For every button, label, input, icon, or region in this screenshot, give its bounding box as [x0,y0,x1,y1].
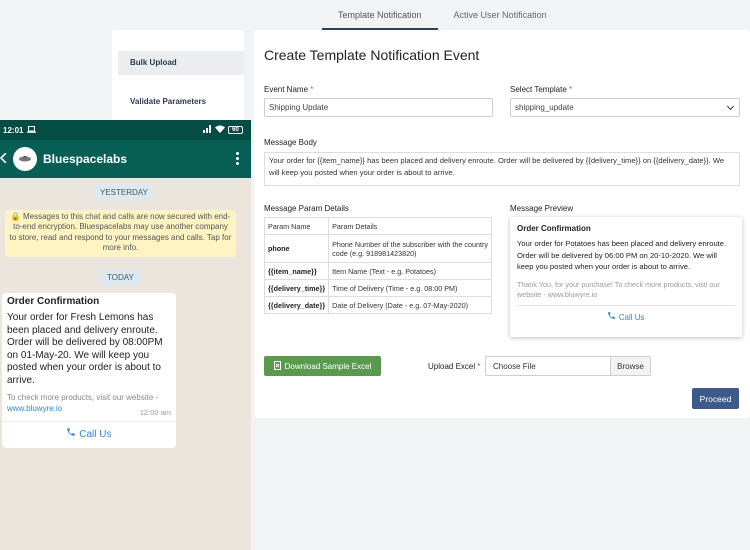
message-time: 12:00 am [139,408,171,417]
message-body: Your order for Fresh Lemons has been pla… [7,312,163,386]
preview-call-button[interactable]: Call Us [517,304,735,322]
download-sample-excel-button[interactable]: Download Sample Excel [264,356,381,376]
message-bubble: Order Confirmation Your order for Fresh … [2,293,176,448]
chevron-down-icon [726,102,735,110]
event-name-label: Event Name * [264,85,313,94]
preview-call-label: Call Us [618,312,645,322]
param-name: {{delivery_time}} [263,279,330,297]
menu-kebab-icon[interactable] [236,152,239,167]
upload-excel-file-input[interactable]: Choose File Browse [485,356,651,376]
status-left: 12:01 [3,125,37,135]
date-chip-yesterday: YESTERDAY [94,185,154,200]
table-row: {{delivery_date}} Date of Delivery (Date… [263,296,492,314]
notification-tabs: Template Notification Active User Notifi… [322,0,563,30]
message-title: Order Confirmation [7,296,100,307]
lock-icon: 🔒 [10,212,21,221]
param-name: phone [263,234,330,263]
sidebar-item-bulk-upload[interactable]: Bulk Upload [118,51,244,75]
table-row: phone Phone Number of the subscriber wit… [263,234,492,263]
phone-call-icon [607,311,618,322]
phone-status-bar: 12:01 60 [0,120,251,140]
table-row: {{delivery_time}} Time of Delivery (Time… [263,279,492,297]
param-details-table: Param Name Param Details phone Phone Num… [263,217,492,314]
avatar[interactable] [13,147,37,171]
date-chip-today: TODAY [101,270,140,285]
sidebar-item-validate-parameters[interactable]: Validate Parameters [118,90,244,114]
param-name: {{delivery_date}} [263,296,330,314]
required-mark: * [310,85,314,94]
chat-header: Bluespacelabs [0,140,251,178]
template-select-value: shipping_update [515,103,574,112]
upload-excel-label: Upload Excel * [428,362,481,371]
message-call-label: Call Us [79,429,112,440]
message-preview-label: Message Preview [510,204,574,213]
event-name-label-text: Event Name [264,85,309,94]
param-details-label: Message Param Details [264,204,349,213]
param-detail: Date of Delivery (Date - e.g. 07-May-202… [328,296,492,314]
proceed-button[interactable]: Proceed [692,388,739,409]
message-call-button[interactable]: Call Us [2,421,176,440]
signal-icon [203,125,212,135]
page-title: Create Template Notification Event [264,47,480,63]
upload-excel-label-text: Upload Excel [428,362,476,371]
back-arrow-icon[interactable] [0,150,8,168]
template-select[interactable]: shipping_update [510,98,740,117]
tab-template-notification[interactable]: Template Notification [322,0,438,30]
phone-call-icon [66,428,79,440]
battery-level: 60 [232,127,239,133]
message-footer-text: To check more products, visit our websit… [7,393,159,402]
website-link[interactable]: www.bluwyre.io [7,404,62,413]
table-header: Param Details [328,217,492,235]
param-detail: Item Name (Text - e.g. Potatoes) [328,262,492,280]
encryption-text: Messages to this chat and calls are now … [9,212,232,253]
wifi-icon [215,125,225,135]
param-detail: Time of Delivery (Time - e.g. 08:00 PM) [328,279,492,297]
table-row: {{item_name}} Item Name (Text - e.g. Pot… [263,262,492,280]
table-header-row: Param Name Param Details [263,217,492,235]
status-right: 60 [203,125,243,135]
event-name-value: Shipping Update [269,103,329,112]
required-mark: * [569,85,573,94]
select-template-label: Select Template * [510,85,572,94]
download-label: Download Sample Excel [284,361,372,371]
message-body-label: Message Body [264,138,317,147]
preview-title: Order Confirmation [517,224,591,233]
param-name: {{item_name}} [263,262,330,280]
laptop-icon [27,125,37,135]
contact-name[interactable]: Bluespacelabs [43,152,127,166]
status-time: 12:01 [3,125,24,135]
preview-body: Your order for Potatoes has been placed … [517,239,727,272]
tab-active-user-notification[interactable]: Active User Notification [438,0,563,30]
required-mark: * [477,362,481,371]
param-detail: Phone Number of the subscriber with the … [328,234,492,263]
battery-icon: 60 [228,126,243,134]
file-name-placeholder: Choose File [493,361,536,371]
browse-button[interactable]: Browse [610,357,650,375]
create-event-card: Create Template Notification Event Event… [254,30,750,418]
table-header: Param Name [263,217,330,235]
event-name-input[interactable]: Shipping Update [264,98,493,117]
preview-footer: Thank You, for your purchase! To check m… [517,279,720,300]
message-preview-card: Order Confirmation Your order for Potato… [510,217,742,337]
message-body-textarea[interactable]: Your order for {{item_name}} has been pl… [264,152,740,186]
select-template-label-text: Select Template [510,85,567,94]
excel-icon [273,360,281,372]
encryption-notice[interactable]: 🔒 Messages to this chat and calls are no… [5,210,236,257]
phone-mockup: 12:01 60 Bluespacelabs YESTERDAY 🔒 Messa… [0,120,251,550]
